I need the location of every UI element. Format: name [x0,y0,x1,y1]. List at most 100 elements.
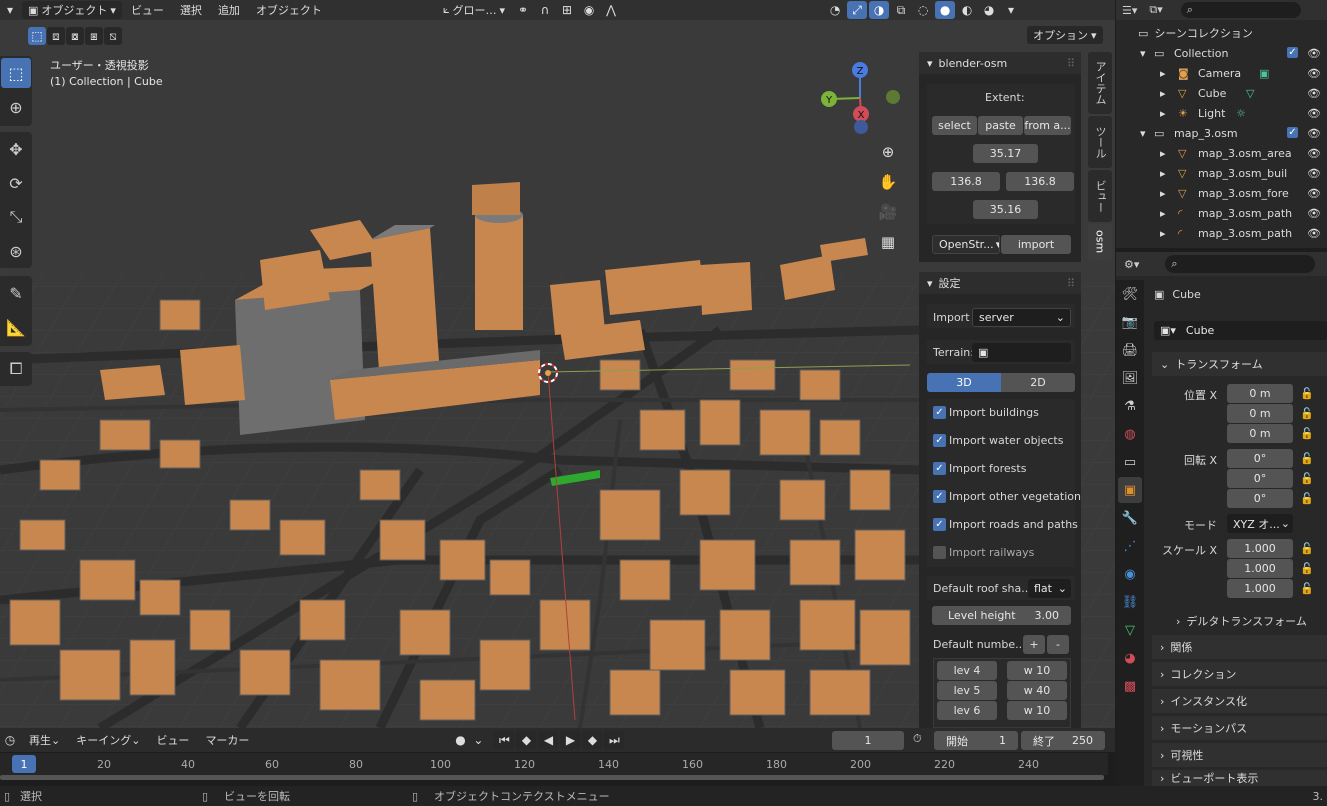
snap-target-icon[interactable]: ⊞ [557,1,577,19]
constraints-tab-icon[interactable]: ⛓ [1118,589,1142,615]
import-water-checkbox[interactable]: ✓ [933,434,946,447]
pan-hand-icon[interactable]: ✋ [874,168,902,196]
lock-icon[interactable]: 🔓 [1300,582,1314,595]
rotate-icon[interactable]: ⟳ [1,168,31,198]
menu-view[interactable]: ビュー [124,1,171,19]
lock-icon[interactable]: 🔓 [1300,452,1314,465]
object-name-field[interactable]: ▣▾ Cube [1154,321,1327,340]
lock-icon[interactable]: 🔓 [1300,472,1314,485]
roof-shape-dropdown[interactable]: flat ⌄ [1028,579,1071,598]
tab-osm[interactable]: osm [1088,224,1112,260]
instancing-section-header[interactable]: › インスタンス化 [1152,689,1327,713]
outliner-row[interactable]: ▸ ▽ map_3.osm_area 👁 [1116,143,1327,163]
object-tab-icon[interactable]: ▣ [1118,477,1142,503]
level-row-lev[interactable]: lev 4 [937,661,997,680]
properties-editor-icon[interactable]: ⚙▾ [1124,258,1139,271]
frame-end-field[interactable]: 終了 250 [1021,731,1105,750]
snap-icon[interactable]: ∩ [535,1,555,19]
particles-tab-icon[interactable]: ⋰ [1118,533,1142,559]
record-options-icon[interactable]: ⌄ [472,731,484,749]
move-icon[interactable]: ✥ [1,134,31,164]
rendered-shading-icon[interactable]: ◕ [979,1,999,19]
overlay-icon[interactable]: ◑ [869,1,890,19]
lock-icon[interactable]: 🔓 [1300,542,1314,555]
exclude-checkbox[interactable]: ✓ [1287,127,1298,138]
eye-icon[interactable]: 👁 [1307,167,1321,180]
next-keyframe-icon[interactable]: ◆ [582,731,603,749]
outliner-row[interactable]: ▸ ◜ map_3.osm_path 👁 [1116,203,1327,223]
menu-select[interactable]: 選択 [173,1,209,19]
menu-timeline-view[interactable]: ビュー [149,731,196,749]
physics-tab-icon[interactable]: ◉ [1118,561,1142,587]
gizmo-neg-y[interactable] [886,90,900,104]
level-row-w[interactable]: w 10 [1007,661,1067,680]
options-dropdown[interactable]: オプション ▾ [1027,26,1103,44]
eye-icon[interactable]: 👁 [1307,107,1321,120]
eye-icon[interactable]: 👁 [1307,227,1321,240]
eye-icon[interactable]: 👁 [1307,147,1321,160]
tab-view[interactable]: ビュー [1088,170,1112,222]
timeline-editor-icon[interactable]: ◷ [0,731,20,749]
eye-icon[interactable]: 👁 [1307,67,1321,80]
lock-icon[interactable]: 🔓 [1300,562,1314,575]
eye-icon[interactable]: 👁 [1307,47,1321,60]
remove-level-button[interactable]: - [1047,635,1069,654]
level-row-lev[interactable]: lev 6 [937,701,997,720]
extent-from-button[interactable]: from a... [1024,116,1071,135]
proportional-edit-icon[interactable]: ◉ [579,1,599,19]
rotation-y-field[interactable]: 0° [1227,469,1293,488]
scale-icon[interactable]: ⤡ [1,202,31,232]
3d-viewport[interactable]: ▾ ▣ オブジェクト ▾ ビュー 選択 追加 オブジェクト ⟀ グロー… ▾ ⚭ ∩… [0,0,1115,728]
render-tab-icon[interactable]: 📷 [1118,309,1142,335]
eye-icon[interactable]: 👁 [1307,87,1321,100]
menu-add[interactable]: 追加 [211,1,247,19]
cursor-icon[interactable]: ⊕ [1,92,31,122]
tool-tab-icon[interactable]: 🛠 [1118,281,1142,307]
zoom-icon[interactable]: ⊕ [874,138,902,166]
drag-handle-icon[interactable]: ⠿ [1067,57,1075,70]
data-source-dropdown[interactable]: OpenStr...▾ [932,235,1000,254]
level-row-w[interactable]: w 40 [1007,681,1067,700]
outliner-row[interactable]: ▸ ◙ Camera ▣ 👁 [1116,63,1327,83]
visibility-section-header[interactable]: › 可視性 [1152,743,1327,767]
settings-panel-header[interactable]: ▾ 設定 ⠿ [919,272,1081,294]
visibility-icon[interactable]: ◔ [825,1,845,19]
outliner-editor-icon[interactable]: ☰▾ [1122,4,1137,17]
import-vegetation-checkbox[interactable]: ✓ [933,490,946,503]
rotation-mode-dropdown[interactable]: XYZ オ... ⌄ [1227,514,1293,533]
import-buildings-checkbox[interactable]: ✓ [933,406,946,419]
extent-bottom-field[interactable]: 35.16 [973,200,1038,219]
collections-section-header[interactable]: › コレクション [1152,662,1327,686]
outliner-row[interactable]: ▾ ▭ map_3.osm ✓ 👁 [1116,123,1327,143]
lock-icon[interactable]: 🔓 [1300,427,1314,440]
select-intersect-icon[interactable]: ⧅ [104,27,122,45]
viewport-display-section-header[interactable]: › ビューポート表示 [1152,770,1327,786]
collection-tab-icon[interactable]: ▭ [1118,449,1142,475]
extent-paste-button[interactable]: paste [978,116,1023,135]
play-reverse-icon[interactable]: ◀ [538,731,559,749]
solid-shading-icon[interactable]: ● [935,1,956,19]
shading-options-icon[interactable]: ▾ [1001,1,1021,19]
drag-handle-icon[interactable]: ⠿ [1067,277,1075,290]
measure-icon[interactable]: 📐 [1,312,31,342]
annotate-icon[interactable]: ✎ [1,278,31,308]
texture-tab-icon[interactable]: ▩ [1118,673,1142,699]
tab-item[interactable]: アイテム [1088,52,1112,114]
menu-playback[interactable]: 再生 ⌄ [22,731,67,749]
osm-panel-header[interactable]: ▾ blender-osm ⠿ [919,52,1081,74]
mode-3d-button[interactable]: 3D [927,373,1001,392]
lock-icon[interactable]: 🔓 [1300,492,1314,505]
menu-object[interactable]: オブジェクト [249,1,329,19]
output-tab-icon[interactable]: 🖨 [1118,337,1142,363]
motion-paths-section-header[interactable]: › モーションパス [1152,716,1327,740]
scale-x-field[interactable]: 1.000 [1227,539,1293,558]
material-shading-icon[interactable]: ◐ [957,1,977,19]
add-level-button[interactable]: + [1023,635,1045,654]
outliner-row[interactable]: ▸ ▽ map_3.osm_fore 👁 [1116,183,1327,203]
navigation-gizmo[interactable]: Z Y X [815,58,910,138]
select-invert-icon[interactable]: ⧆ [85,27,103,45]
location-z-field[interactable]: 0 m [1227,424,1293,443]
scale-z-field[interactable]: 1.000 [1227,579,1293,598]
menu-marker[interactable]: マーカー [198,731,256,749]
outliner-row[interactable]: ▸ ☀ Light ☼ 👁 [1116,103,1327,123]
